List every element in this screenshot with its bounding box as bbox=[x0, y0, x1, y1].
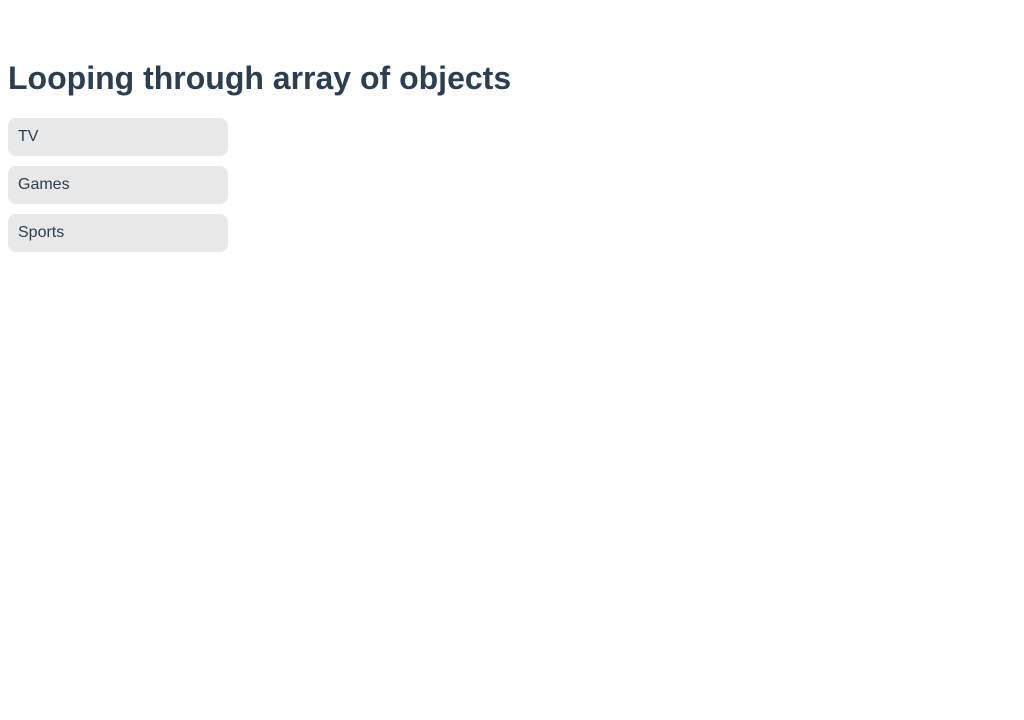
list-item: Games bbox=[8, 166, 228, 204]
page-title: Looping through array of objects bbox=[8, 60, 512, 96]
list-item: Sports bbox=[8, 214, 228, 252]
list-item: TV bbox=[8, 118, 228, 156]
item-list: TV Games Sports bbox=[8, 118, 228, 262]
